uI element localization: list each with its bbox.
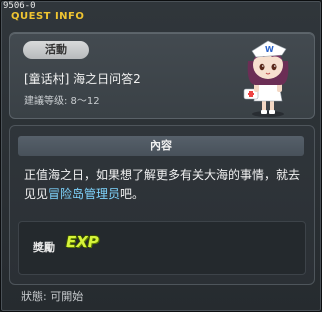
recommended-level: 建議等级: 8～12: [24, 96, 100, 107]
reward-box: 獎勵 EXP: [18, 221, 306, 275]
quest-description: 正值海之日，如果想了解更多有关大海的事情，就去见见冒险岛管理员吧。: [24, 166, 304, 204]
quest-id: 9506-0: [3, 1, 36, 11]
quest-content-card: 內容 正值海之日，如果想了解更多有关大海的事情，就去见见冒险岛管理员吧。 獎勵 …: [9, 125, 315, 285]
exp-icon: EXP: [66, 233, 99, 251]
quest-info-window: 9506-0 QUEST INFO 活動 [童话村] 海之日问答2 建議等级: …: [0, 0, 322, 312]
quest-header-card: 活動 [童话村] 海之日问答2 建議等级: 8～12 W: [9, 32, 315, 119]
quest-type-badge: 活動: [23, 41, 89, 59]
content-section-header: 內容: [18, 136, 304, 156]
svg-text:W: W: [265, 45, 274, 54]
reward-label: 獎勵: [33, 241, 55, 254]
npc-nurse-icon: W: [243, 40, 289, 117]
quest-name: [童话村] 海之日问答2: [24, 72, 141, 86]
quest-status: 狀態: 可開始: [21, 290, 84, 303]
npc-link[interactable]: 冒险岛管理员: [48, 187, 120, 201]
window-title: QUEST INFO: [11, 11, 85, 22]
description-suffix: 吧。: [120, 187, 145, 201]
